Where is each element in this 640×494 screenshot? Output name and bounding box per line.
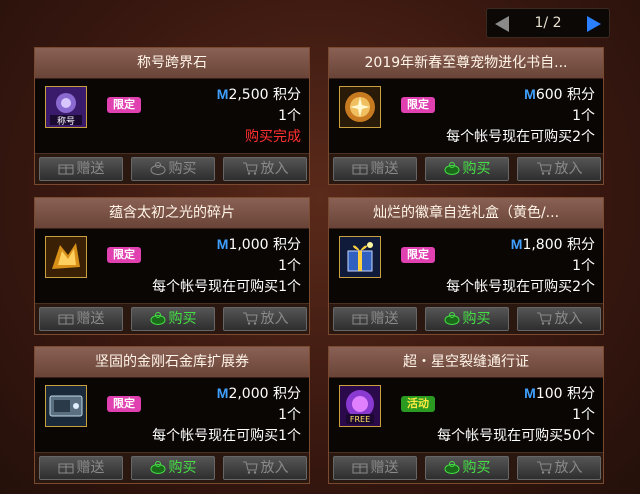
item-title: 坚固的金刚石金库扩展券	[95, 354, 249, 370]
item-price: M600 积分	[524, 86, 595, 103]
gift-icon	[352, 314, 367, 325]
shop-item-card: 坚固的金刚石金库扩展券 限定 M2,000 积分 1个 每个帐号现在可购买1个 …	[34, 346, 310, 484]
limited-badge: 限定	[107, 97, 141, 113]
item-price: M2,000 积分	[216, 385, 301, 402]
cart-icon	[536, 461, 552, 474]
buy-button[interactable]: 购买	[131, 307, 215, 331]
gift-icon	[352, 463, 367, 474]
emblem-gift-box-icon[interactable]	[339, 236, 381, 278]
purchase-status: 购买完成	[245, 129, 301, 145]
gift-button[interactable]: 赠送	[333, 157, 417, 181]
item-title: 灿烂的徽章自选礼盒（黄色/...	[372, 205, 560, 221]
coin-bag-icon	[150, 461, 165, 474]
item-price: M1,000 积分	[216, 236, 301, 253]
purchase-limit: 每个帐号现在可购买2个	[446, 279, 595, 295]
cart-icon	[536, 312, 552, 325]
starry-rift-pass-icon[interactable]: FREE	[339, 385, 381, 427]
m-currency-icon: M	[510, 236, 523, 252]
icon-caption-title: 称号	[57, 115, 75, 127]
limited-badge: 限定	[107, 247, 141, 263]
gift-button[interactable]: 赠送	[333, 307, 417, 331]
cart-button[interactable]: 放入	[517, 456, 601, 480]
shop-item-card: 超・星空裂缝通行证 FREE 活动 M100 积分 1个 每个帐号现在可购买50…	[328, 346, 604, 484]
shop-item-card: 称号跨界石 称号 限定 M2,500 积分 1个 购买完成 赠送 购买 放入	[34, 47, 310, 185]
vault-expansion-ticket-icon[interactable]	[45, 385, 87, 427]
cart-button[interactable]: 放入	[517, 307, 601, 331]
gift-button[interactable]: 赠送	[39, 307, 123, 331]
limited-badge: 限定	[107, 396, 141, 412]
m-currency-icon: M	[216, 86, 229, 102]
item-title: 超・星空裂缝通行证	[403, 354, 529, 370]
cart-icon	[536, 162, 552, 175]
item-title: 蕴含太初之光的碎片	[109, 205, 235, 221]
cart-icon	[242, 312, 258, 325]
purchase-limit: 每个帐号现在可购买1个	[152, 428, 301, 444]
gift-button[interactable]: 赠送	[333, 456, 417, 480]
gift-button[interactable]: 赠送	[39, 157, 123, 181]
buy-button[interactable]: 购买	[425, 456, 509, 480]
m-currency-icon: M	[216, 385, 229, 401]
prev-page-arrow-icon[interactable]	[491, 13, 513, 35]
item-quantity: 1个	[278, 258, 301, 274]
cart-icon	[242, 461, 258, 474]
coin-bag-icon	[150, 312, 165, 325]
item-quantity: 1个	[278, 407, 301, 423]
item-price: M1,800 积分	[510, 236, 595, 253]
shop-item-card: 2019年新春至尊宠物进化书自... 限定 M600 积分 1个 每个帐号现在可…	[328, 47, 604, 185]
pager: 1/ 2	[486, 8, 610, 38]
buy-button[interactable]: 购买	[131, 456, 215, 480]
shop-item-card: 蕴含太初之光的碎片 限定 M1,000 积分 1个 每个帐号现在可购买1个 赠送…	[34, 197, 310, 335]
pet-evolution-book-icon[interactable]	[339, 86, 381, 128]
gift-button[interactable]: 赠送	[39, 456, 123, 480]
coin-bag-icon	[444, 312, 459, 325]
item-title: 2019年新春至尊宠物进化书自...	[364, 55, 568, 71]
buy-button[interactable]: 购买	[425, 157, 509, 181]
light-fragment-icon[interactable]	[45, 236, 87, 278]
coin-bag-icon	[444, 162, 459, 175]
buy-button[interactable]: 购买	[425, 307, 509, 331]
purchase-limit: 每个帐号现在可购买1个	[152, 279, 301, 295]
purchase-limit: 每个帐号现在可购买2个	[446, 129, 595, 145]
item-title: 称号跨界石	[137, 55, 207, 71]
m-currency-icon: M	[524, 86, 536, 102]
icon-caption-free: FREE	[350, 415, 370, 424]
limited-badge: 限定	[401, 97, 435, 113]
item-quantity: 1个	[572, 108, 595, 124]
gift-icon	[58, 314, 73, 325]
m-currency-icon: M	[524, 385, 536, 401]
purchase-limit: 每个帐号现在可购买50个	[437, 428, 595, 444]
gift-icon	[352, 164, 367, 175]
shop-item-card: 灿烂的徽章自选礼盒（黄色/... 限定 M1,800 积分 1个 每个帐号现在可…	[328, 197, 604, 335]
cart-button[interactable]: 放入	[517, 157, 601, 181]
item-quantity: 1个	[278, 108, 301, 124]
coin-bag-icon	[444, 461, 459, 474]
item-price: M100 积分	[524, 385, 595, 402]
m-currency-icon: M	[216, 236, 229, 252]
cart-icon	[242, 162, 258, 175]
cart-button[interactable]: 放入	[223, 456, 307, 480]
item-quantity: 1个	[572, 258, 595, 274]
gift-icon	[58, 164, 73, 175]
limited-badge: 限定	[401, 247, 435, 263]
item-price: M2,500 积分	[216, 86, 301, 103]
next-page-arrow-icon[interactable]	[583, 13, 605, 35]
coin-bag-icon	[150, 162, 165, 175]
title-stone-icon[interactable]: 称号	[45, 86, 87, 128]
gift-icon	[58, 463, 73, 474]
page-indicator: 1/ 2	[534, 15, 562, 31]
cart-button[interactable]: 放入	[223, 157, 307, 181]
buy-button[interactable]: 购买	[131, 157, 215, 181]
event-badge: 活动	[401, 396, 435, 412]
item-quantity: 1个	[572, 407, 595, 423]
cart-button[interactable]: 放入	[223, 307, 307, 331]
